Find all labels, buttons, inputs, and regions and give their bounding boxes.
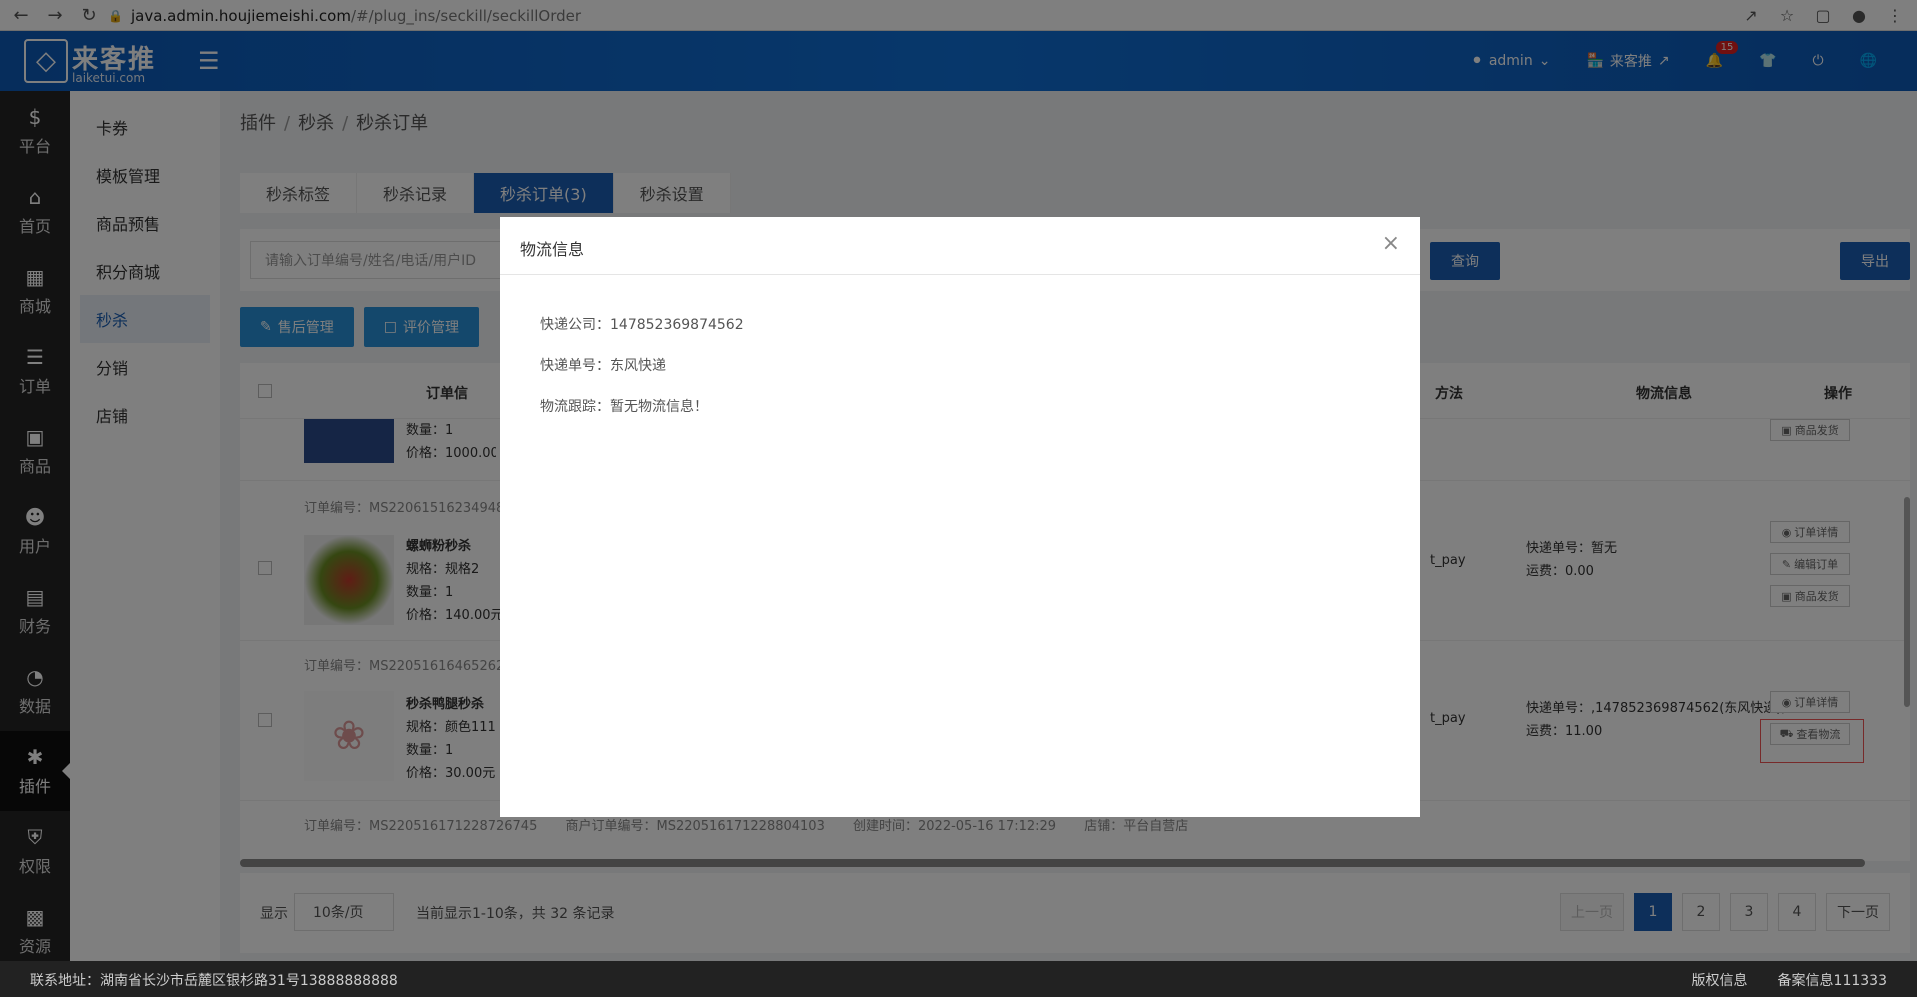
logistics-modal: 物流信息 × 快递公司：147852369874562 快递单号：东风快递 物流… — [500, 217, 1420, 817]
modal-header: 物流信息 × — [500, 217, 1420, 275]
logistics-trace: 物流跟踪：暂无物流信息！ — [540, 399, 708, 415]
footer-address: 联系地址：湖南省长沙市岳麓区银杉路31号13888888888 — [30, 973, 398, 989]
courier-company: 快递公司：147852369874562 — [540, 317, 744, 333]
tracking-number: 快递单号：东风快递 — [540, 358, 666, 374]
close-icon[interactable]: × — [1382, 231, 1400, 256]
footer: 联系地址：湖南省长沙市岳麓区银杉路31号13888888888 版权信息 备案信… — [0, 961, 1917, 997]
modal-body: 快递公司：147852369874562 快递单号：东风快递 物流跟踪：暂无物流… — [500, 275, 1420, 428]
footer-icp-link[interactable]: 备案信息111333 — [1778, 970, 1887, 990]
footer-copyright-link[interactable]: 版权信息 — [1692, 970, 1748, 990]
modal-title: 物流信息 — [520, 240, 585, 259]
